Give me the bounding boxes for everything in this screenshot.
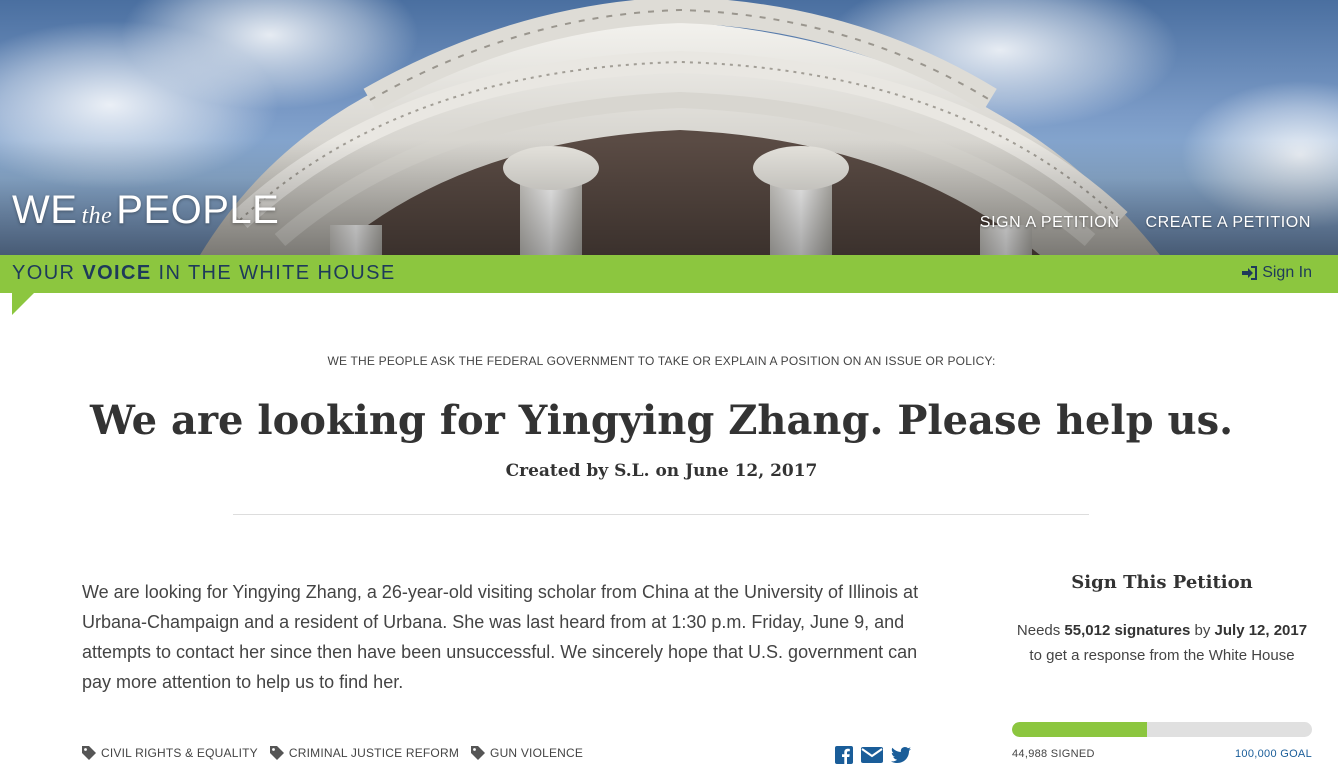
banner-pointer xyxy=(12,293,34,315)
tag-icon xyxy=(82,746,96,760)
needs-date: July 12, 2017 xyxy=(1214,622,1308,639)
top-nav: SIGN A PETITION CREATE A PETITION xyxy=(980,214,1311,232)
sign-in-label: Sign In xyxy=(1262,264,1312,281)
site-logo[interactable]: WE the PEOPLE xyxy=(12,188,279,233)
divider xyxy=(233,514,1089,515)
needs-post: to get a response from the White House xyxy=(1029,647,1295,664)
tag-label: CIVIL RIGHTS & EQUALITY xyxy=(101,746,258,760)
tag-criminal-justice[interactable]: CRIMINAL JUSTICE REFORM xyxy=(269,746,460,760)
goal-count: 100,000 GOAL xyxy=(1235,748,1312,760)
tagline-bar: YOUR VOICE IN THE WHITE HOUSE Sign In xyxy=(0,255,1338,293)
nav-create-a-petition[interactable]: CREATE A PETITION xyxy=(1146,214,1312,232)
needs-mid: by xyxy=(1190,622,1215,639)
logo-the: the xyxy=(81,203,113,229)
issue-tags: CIVIL RIGHTS & EQUALITY CRIMINAL JUSTICE… xyxy=(82,746,583,760)
progress-fill xyxy=(1012,722,1147,737)
sign-in-link[interactable]: Sign In xyxy=(1242,264,1312,282)
tag-label: CRIMINAL JUSTICE REFORM xyxy=(288,746,460,760)
twitter-icon[interactable] xyxy=(891,747,911,763)
logo-we: WE xyxy=(12,188,78,232)
tagline-post: IN THE WHITE HOUSE xyxy=(151,262,396,284)
tagline-pre: YOUR xyxy=(12,262,83,284)
petition-kicker: WE THE PEOPLE ASK THE FEDERAL GOVERNMENT… xyxy=(327,354,996,368)
petition-created-by: Created by S.L. on June 12, 2017 xyxy=(505,461,818,481)
hero-banner: WE the PEOPLE SIGN A PETITION CREATE A PET… xyxy=(0,0,1338,255)
logo-people: PEOPLE xyxy=(116,188,280,232)
email-icon[interactable] xyxy=(861,747,883,763)
signed-count: 44,988 SIGNED xyxy=(1012,748,1095,760)
facebook-icon[interactable] xyxy=(835,746,853,764)
needs-count: 55,012 signatures xyxy=(1064,622,1191,639)
tagline-bold: VOICE xyxy=(82,262,152,284)
needs-pre: Needs xyxy=(1016,622,1065,639)
tag-civil-rights[interactable]: CIVIL RIGHTS & EQUALITY xyxy=(82,746,258,760)
tag-icon xyxy=(269,746,284,760)
tagline: YOUR VOICE IN THE WHITE HOUSE xyxy=(12,262,396,285)
sign-in-icon xyxy=(1242,266,1258,280)
petition-title: We are looking for Yingying Zhang. Pleas… xyxy=(89,397,1234,444)
tag-icon xyxy=(471,746,486,760)
tag-gun-violence[interactable]: GUN VIOLENCE xyxy=(471,746,583,760)
signatures-needed: Needs 55,012 signatures by July 12, 2017… xyxy=(1012,618,1312,668)
petition-body: We are looking for Yingying Zhang, a 26-… xyxy=(82,582,919,692)
share-buttons xyxy=(835,746,911,764)
tag-label: GUN VIOLENCE xyxy=(490,746,584,760)
nav-sign-a-petition[interactable]: SIGN A PETITION xyxy=(980,214,1120,232)
signature-progress-bar xyxy=(1012,722,1312,737)
sign-petition-title: Sign This Petition xyxy=(1071,572,1253,593)
